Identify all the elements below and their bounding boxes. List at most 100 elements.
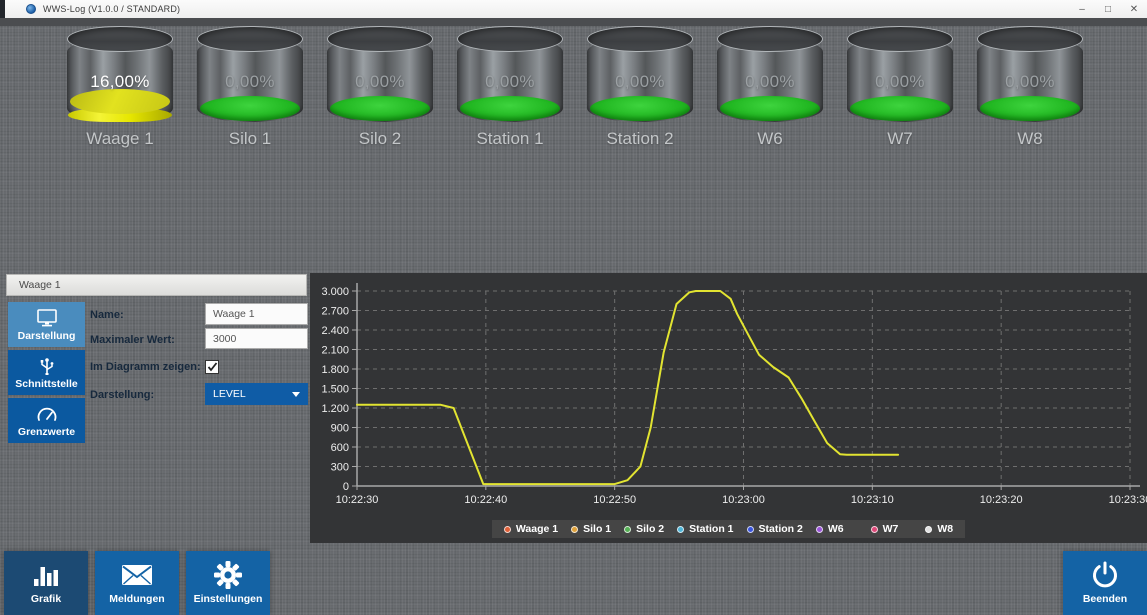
legend-dot xyxy=(871,526,878,533)
darstellung-dropdown[interactable]: LEVEL xyxy=(205,383,308,405)
legend-item-station-1: Station 1 xyxy=(677,523,733,535)
svg-text:10:23:20: 10:23:20 xyxy=(980,494,1023,506)
tank-percent: 16,00% xyxy=(67,72,173,92)
tab-grenzwerte[interactable]: Grenzwerte xyxy=(8,398,85,443)
wws-log-window: WWS-Log (V1.0.0 / STANDARD) – □ ✕ 16,00%… xyxy=(0,0,1147,615)
svg-text:10:23:10: 10:23:10 xyxy=(851,494,894,506)
tank-top-opening xyxy=(197,26,303,52)
tank-label: Station 1 xyxy=(476,129,543,149)
tank-top-opening xyxy=(67,26,173,52)
tab-darstellung[interactable]: Darstellung xyxy=(8,302,85,347)
svg-text:10:23:00: 10:23:00 xyxy=(722,494,765,506)
tank-silo-2[interactable]: 0,00% Silo 2 xyxy=(315,26,445,149)
monitor-icon xyxy=(36,309,58,327)
usb-icon xyxy=(38,357,56,375)
tank-fill-level xyxy=(720,96,820,121)
legend-dot xyxy=(747,526,754,533)
svg-text:10:22:50: 10:22:50 xyxy=(593,494,636,506)
tank-top-opening xyxy=(587,26,693,52)
svg-text:10:23:30: 10:23:30 xyxy=(1109,494,1147,506)
close-button[interactable]: ✕ xyxy=(1121,0,1147,18)
tanks-row: 16,00% Waage 1 0,00% Silo 1 0,00% Silo 2 xyxy=(55,26,1095,149)
legend-item-w8: W8 xyxy=(925,523,953,535)
tank-fill-level xyxy=(200,96,300,121)
tank-percent: 0,00% xyxy=(197,72,303,92)
legend-dot xyxy=(816,526,823,533)
minimize-button[interactable]: – xyxy=(1069,0,1095,18)
dropdown-value: LEVEL xyxy=(213,388,292,400)
settings-tabs: Darstellung Schnittstelle Grenzwerte xyxy=(8,302,85,443)
svg-text:10:22:40: 10:22:40 xyxy=(464,494,507,506)
chevron-down-icon xyxy=(292,392,300,397)
tank-fill-level xyxy=(460,96,560,121)
svg-text:600: 600 xyxy=(331,442,349,454)
svg-text:10:22:30: 10:22:30 xyxy=(336,494,379,506)
legend-item-silo-2: Silo 2 xyxy=(624,523,664,535)
gear-icon xyxy=(214,561,242,589)
gauge-icon xyxy=(36,405,58,423)
legend-dot xyxy=(571,526,578,533)
window-edge xyxy=(0,0,5,18)
bar-chart-icon xyxy=(31,561,61,589)
svg-text:2.700: 2.700 xyxy=(321,306,349,318)
checkmark-icon xyxy=(207,362,218,372)
tank-station-2[interactable]: 0,00% Station 2 xyxy=(575,26,705,149)
tank-top-opening xyxy=(977,26,1083,52)
name-input[interactable] xyxy=(205,303,308,325)
svg-text:1.200: 1.200 xyxy=(321,403,349,415)
tank-percent: 0,00% xyxy=(457,72,563,92)
tank-label: Silo 1 xyxy=(229,129,272,149)
name-label: Name: xyxy=(90,309,124,321)
window-title: WWS-Log (V1.0.0 / STANDARD) xyxy=(43,4,180,14)
tank-station-1[interactable]: 0,00% Station 1 xyxy=(445,26,575,149)
tank-silo-1[interactable]: 0,00% Silo 1 xyxy=(185,26,315,149)
tank-label: Waage 1 xyxy=(86,129,153,149)
einstellungen-button[interactable]: Einstellungen xyxy=(186,551,270,615)
app-logo-icon xyxy=(26,4,36,14)
legend-dot xyxy=(925,526,932,533)
legend-dot xyxy=(624,526,631,533)
maximize-button[interactable]: □ xyxy=(1095,0,1121,18)
show-in-diagram-label: Im Diagramm zeigen: xyxy=(90,361,201,373)
legend-item-w6: W6 xyxy=(816,523,844,535)
meldungen-button[interactable]: Meldungen xyxy=(95,551,179,615)
tab-schnittstelle[interactable]: Schnittstelle xyxy=(8,350,85,395)
tank-percent: 0,00% xyxy=(717,72,823,92)
tank-label: Station 2 xyxy=(606,129,673,149)
tank-w7[interactable]: 0,00% W7 xyxy=(835,26,965,149)
tank-fill-level xyxy=(850,96,950,121)
legend-item-w7: W7 xyxy=(871,523,899,535)
tank-fill-level xyxy=(330,96,430,121)
beenden-button[interactable]: Beenden xyxy=(1063,551,1147,615)
grafik-button[interactable]: Grafik xyxy=(4,551,88,615)
title-bar: WWS-Log (V1.0.0 / STANDARD) – □ ✕ xyxy=(0,0,1147,18)
tank-top-opening xyxy=(457,26,563,52)
legend-item-silo-1: Silo 1 xyxy=(571,523,611,535)
svg-text:3.000: 3.000 xyxy=(321,286,349,298)
max-value-input[interactable] xyxy=(205,328,308,349)
legend-dot xyxy=(677,526,684,533)
tank-label: W7 xyxy=(887,129,913,149)
power-icon xyxy=(1091,561,1119,589)
envelope-icon xyxy=(121,561,153,589)
show-in-diagram-checkbox[interactable] xyxy=(205,360,219,374)
tank-waage-1[interactable]: 16,00% Waage 1 xyxy=(55,26,185,149)
svg-text:2.100: 2.100 xyxy=(321,345,349,357)
legend-dot xyxy=(504,526,511,533)
tank-w6[interactable]: 0,00% W6 xyxy=(705,26,835,149)
tank-label: W8 xyxy=(1017,129,1043,149)
selected-tank-header: Waage 1 xyxy=(6,274,307,296)
tank-percent: 0,00% xyxy=(587,72,693,92)
tank-w8[interactable]: 0,00% W8 xyxy=(965,26,1095,149)
tank-fill-level xyxy=(590,96,690,121)
svg-text:2.400: 2.400 xyxy=(321,325,349,337)
svg-text:900: 900 xyxy=(331,423,349,435)
tank-label: Silo 2 xyxy=(359,129,402,149)
svg-text:0: 0 xyxy=(343,481,349,493)
tank-top-opening xyxy=(717,26,823,52)
svg-text:1.800: 1.800 xyxy=(321,364,349,376)
top-strip xyxy=(0,18,1147,26)
tank-percent: 0,00% xyxy=(847,72,953,92)
svg-text:1.500: 1.500 xyxy=(321,384,349,396)
chart-legend: Waage 1 Silo 1 Silo 2 Station 1 Station … xyxy=(492,520,965,538)
